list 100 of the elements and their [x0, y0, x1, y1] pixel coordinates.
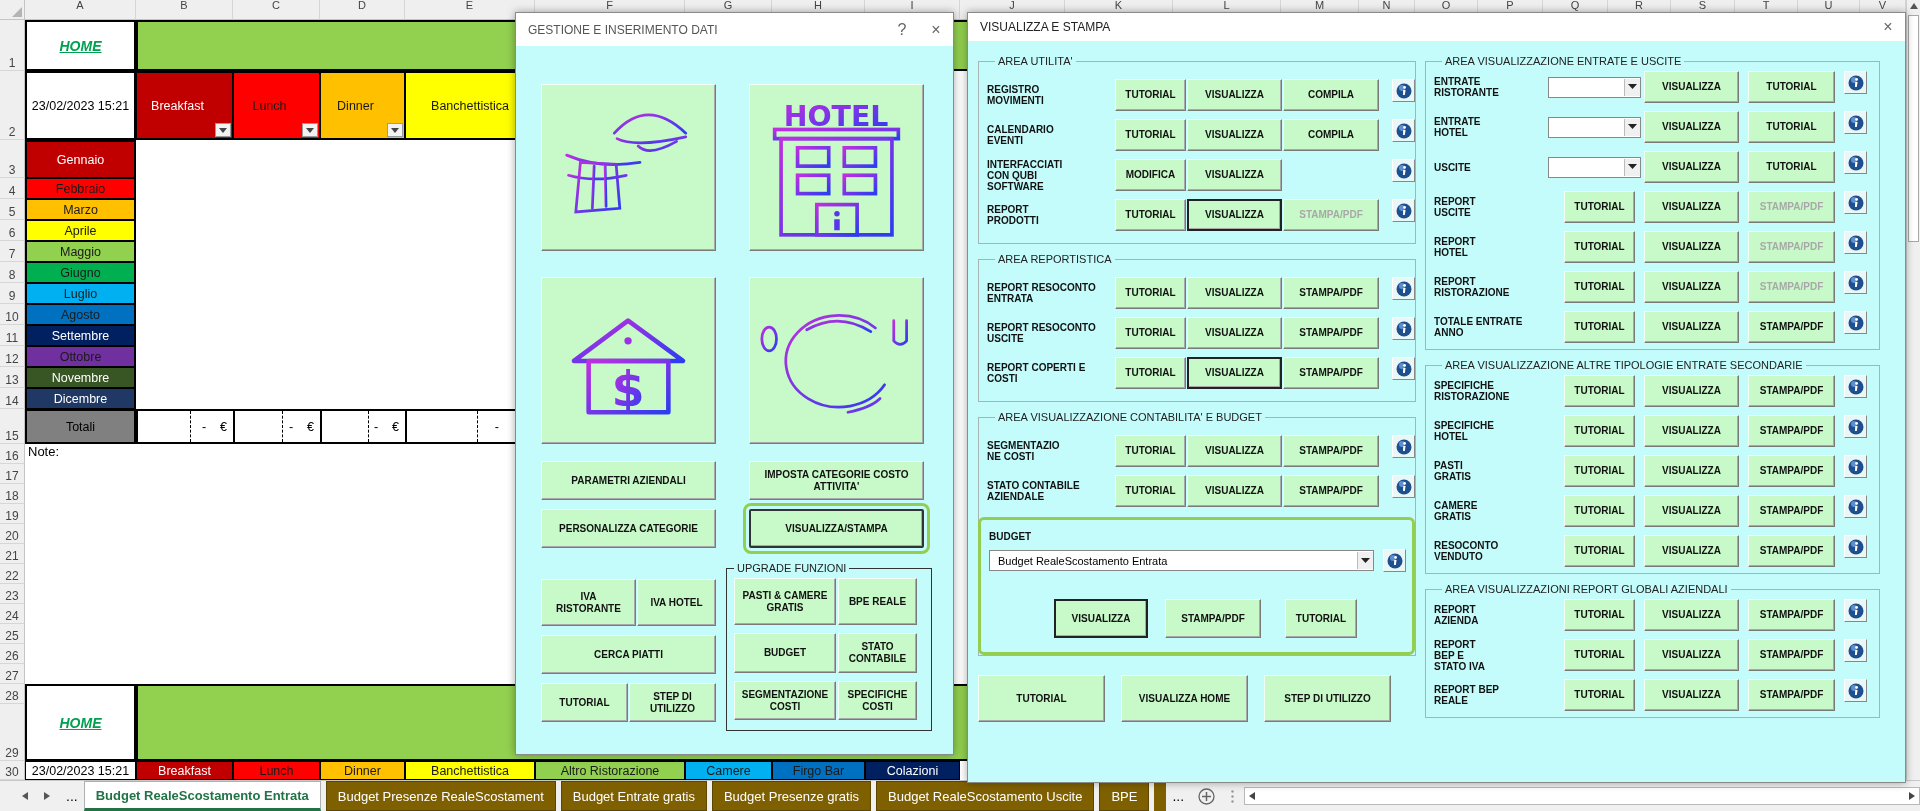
dialog-button[interactable]: VISUALIZZA — [1187, 317, 1282, 349]
tile-button[interactable] — [749, 277, 924, 444]
filter-button[interactable] — [387, 123, 403, 137]
scroll-left-icon[interactable] — [1249, 792, 1256, 800]
info-button[interactable] — [1844, 375, 1867, 398]
dialog-button[interactable]: STAMPA/PDF — [1165, 599, 1261, 638]
menu-button[interactable]: SEGMENTAZIONE COSTI — [734, 681, 836, 720]
filter-button[interactable] — [302, 123, 318, 137]
dialog-button[interactable]: STAMPA/PDF — [1748, 311, 1835, 343]
info-button[interactable] — [1392, 277, 1415, 300]
dialog-button[interactable]: STAMPA/PDF — [1748, 599, 1835, 631]
info-button[interactable] — [1844, 535, 1867, 558]
dialog-button[interactable]: STAMPA/PDF — [1283, 317, 1379, 349]
info-button[interactable] — [1392, 357, 1415, 380]
dialog-button[interactable]: STAMPA/PDF — [1748, 535, 1835, 567]
menu-button[interactable]: PERSONALIZZA CATEGORIE — [541, 509, 716, 548]
info-button[interactable] — [1844, 599, 1867, 622]
dialog-button[interactable]: COMPILA — [1283, 79, 1379, 111]
dialog-button[interactable]: TUTORIAL — [1564, 495, 1635, 527]
dialog-button[interactable]: VISUALIZZA — [1644, 599, 1739, 631]
dialog-button[interactable]: VISUALIZZA — [1644, 191, 1739, 223]
close-button[interactable]: × — [1871, 18, 1905, 36]
previous-sheet-icon[interactable] — [22, 792, 28, 800]
dialog-button[interactable]: COMPILA — [1283, 119, 1379, 151]
dialog-button[interactable]: STAMPA/PDF — [1283, 435, 1379, 467]
info-button[interactable] — [1392, 435, 1415, 458]
dialog-button[interactable]: STAMPA/PDF — [1283, 357, 1379, 389]
dialog-button[interactable]: TUTORIAL — [1564, 455, 1635, 487]
dialog-button[interactable]: VISUALIZZA — [1644, 311, 1739, 343]
info-button[interactable] — [1844, 111, 1867, 134]
info-button[interactable] — [1844, 679, 1867, 702]
info-button[interactable] — [1844, 191, 1867, 214]
menu-button[interactable]: IMPOSTA CATEGORIE COSTO ATTIVITA' — [749, 461, 924, 500]
dialog-button[interactable]: VISUALIZZA — [1644, 71, 1739, 103]
info-button[interactable] — [1392, 199, 1415, 222]
info-button[interactable] — [1844, 639, 1867, 662]
dialog-button[interactable]: TUTORIAL — [1115, 317, 1186, 349]
dialog-button[interactable]: VISUALIZZA — [1644, 271, 1739, 303]
dialog-button[interactable]: TUTORIAL — [1748, 111, 1835, 143]
dialog-button[interactable]: TUTORIAL — [1115, 119, 1186, 151]
menu-button[interactable]: IVA HOTEL — [637, 579, 716, 626]
close-button[interactable]: × — [919, 20, 953, 39]
sheet-tab[interactable] — [1154, 781, 1167, 811]
dialog-button[interactable]: TUTORIAL — [1564, 231, 1635, 263]
menu-button[interactable]: TUTORIAL — [541, 683, 628, 722]
dialog-button[interactable]: VISUALIZZA — [1187, 79, 1282, 111]
tile-button[interactable] — [541, 84, 716, 251]
dialog-button[interactable]: TUTORIAL — [1115, 277, 1186, 309]
dialog-button[interactable]: STAMPA/PDF — [1748, 679, 1835, 711]
dialog-button[interactable]: TUTORIAL — [1564, 535, 1635, 567]
scroll-up-icon[interactable] — [1909, 3, 1918, 9]
dialog-button[interactable]: TUTORIAL — [1115, 199, 1186, 231]
scroll-thumb[interactable] — [1908, 15, 1919, 242]
dialog-button[interactable]: STAMPA/PDF — [1748, 495, 1835, 527]
info-button[interactable] — [1844, 231, 1867, 254]
sheet-tab[interactable]: Budget RealeScostamento Uscite — [876, 781, 1095, 811]
menu-button[interactable]: PARAMETRI AZIENDALI — [541, 461, 716, 500]
dialog-button[interactable]: TUTORIAL — [1748, 71, 1835, 103]
dialog-button[interactable]: TUTORIAL — [1115, 435, 1186, 467]
dialog-button[interactable]: VISUALIZZA — [1644, 415, 1739, 447]
dialog-button[interactable]: TUTORIAL — [1564, 639, 1635, 671]
add-sheet-icon[interactable] — [1198, 787, 1216, 805]
dialog-button[interactable]: VISUALIZZA — [1187, 277, 1282, 309]
menu-button[interactable]: SPECIFICHE COSTI — [838, 681, 917, 720]
tile-button[interactable]: HOTEL — [749, 84, 924, 251]
dialog-button[interactable]: VISUALIZZA — [1187, 357, 1282, 389]
info-button[interactable] — [1392, 119, 1415, 142]
menu-button[interactable]: BPE REALE — [838, 578, 917, 625]
info-button[interactable] — [1844, 415, 1867, 438]
dialog-button[interactable]: STAMPA/PDF — [1283, 277, 1379, 309]
sheet-tab[interactable]: Budget RealeScostamento Entrata — [83, 781, 321, 811]
dropdown-field[interactable] — [1548, 116, 1641, 138]
dialog-button[interactable]: TUTORIAL — [1285, 599, 1357, 638]
dialog-button[interactable]: STAMPA/PDF — [1748, 415, 1835, 447]
menu-button[interactable]: PASTI & CAMERE GRATIS — [734, 578, 836, 625]
info-button[interactable] — [1844, 455, 1867, 478]
scroll-right-icon[interactable] — [1909, 792, 1915, 800]
dialog-button[interactable]: MODIFICA — [1115, 159, 1186, 191]
sheet-tab[interactable]: BPE — [1099, 781, 1150, 811]
dialog-button[interactable]: VISUALIZZA — [1644, 151, 1739, 183]
dialog-button[interactable]: TUTORIAL — [1564, 679, 1635, 711]
dialog-button[interactable]: VISUALIZZA — [1644, 111, 1739, 143]
dialog-button[interactable]: TUTORIAL — [1115, 79, 1186, 111]
dropdown-field[interactable] — [1548, 76, 1641, 98]
menu-button[interactable]: CERCA PIATTI — [541, 635, 716, 674]
info-button[interactable] — [1392, 159, 1415, 182]
dialog-button[interactable]: STAMPA/PDF — [1748, 639, 1835, 671]
dialog-button[interactable]: STEP DI UTILIZZO — [1264, 675, 1391, 722]
tile-button[interactable]: $ — [541, 277, 716, 444]
dialog-button[interactable]: TUTORIAL — [1564, 271, 1635, 303]
dialog-button[interactable]: TUTORIAL — [1564, 311, 1635, 343]
dialog-button[interactable]: VISUALIZZA — [1644, 679, 1739, 711]
dialog-button[interactable]: VISUALIZZA — [1187, 199, 1282, 231]
info-button[interactable] — [1844, 495, 1867, 518]
dialog-button[interactable]: VISUALIZZA — [1187, 119, 1282, 151]
dialog-button[interactable]: TUTORIAL — [1564, 415, 1635, 447]
dialog-button[interactable]: VISUALIZZA — [1187, 435, 1282, 467]
dialog-button[interactable]: VISUALIZZA — [1644, 639, 1739, 671]
info-button[interactable] — [1392, 79, 1415, 102]
dialog-button[interactable]: TUTORIAL — [1564, 191, 1635, 223]
